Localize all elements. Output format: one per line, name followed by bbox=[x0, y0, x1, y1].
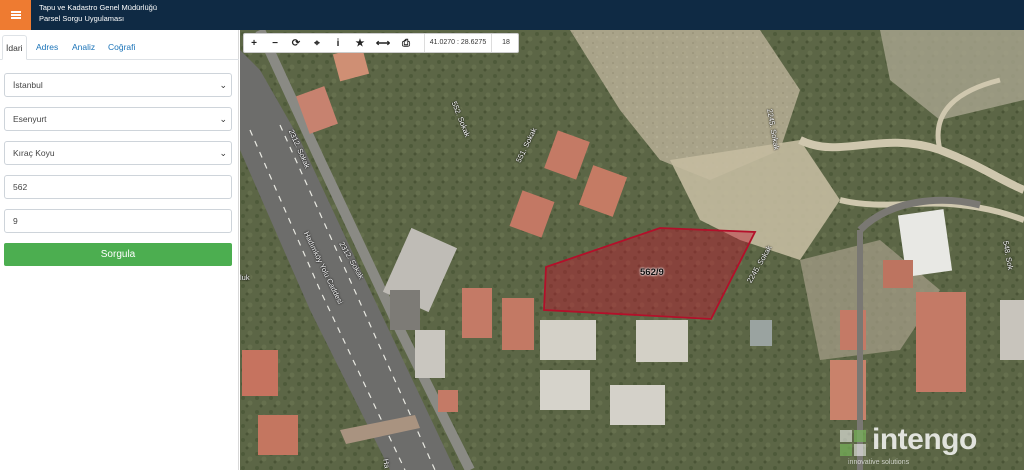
refresh-icon[interactable]: ⟳ bbox=[286, 34, 306, 54]
coordinate-readout: 41.0270 : 28.6275 bbox=[424, 34, 492, 52]
app-subtitle: Parsel Sorgu Uygulaması bbox=[39, 14, 125, 23]
intengo-logo bbox=[840, 430, 866, 456]
zoom-level: 18 bbox=[502, 39, 510, 46]
neighborhood-value: Kıraç Koyu bbox=[13, 148, 55, 158]
menu-button[interactable] bbox=[0, 0, 31, 30]
chevron-down-icon: ⌄ bbox=[219, 114, 227, 124]
street-label: Ha bbox=[381, 458, 392, 470]
zoom-in-icon[interactable]: + bbox=[244, 34, 264, 54]
map-imagery bbox=[240, 30, 1024, 470]
watermark-brand: intengo bbox=[872, 423, 977, 456]
zoom-out-icon[interactable]: − bbox=[265, 34, 285, 54]
map-toolbar: + − ⟳ ⌖ i ★ ⟷ ⎙ 41.0270 : 28.6275 18 bbox=[243, 33, 519, 53]
chevron-down-icon: ⌄ bbox=[219, 80, 227, 90]
district-value: Esenyurt bbox=[13, 114, 47, 124]
tab-analiz[interactable]: Analiz bbox=[69, 35, 98, 60]
parcel-number-input[interactable]: 9 bbox=[4, 209, 232, 233]
district-select[interactable]: Esenyurt ⌄ bbox=[4, 107, 232, 131]
star-icon[interactable]: ★ bbox=[350, 34, 370, 54]
parcel-label: 562/9 bbox=[640, 267, 664, 278]
satellite-map[interactable]: 552. Sokak 2312. Sokak 551. Sokak 2245. … bbox=[240, 30, 1024, 470]
tab-idari[interactable]: İdari bbox=[2, 35, 27, 60]
chevron-down-icon: ⌄ bbox=[219, 148, 227, 158]
info-icon[interactable]: i bbox=[328, 34, 348, 54]
locate-icon[interactable]: ⌖ bbox=[307, 34, 327, 54]
tab-cografi[interactable]: Coğrafi bbox=[105, 35, 138, 60]
hamburger-icon bbox=[10, 11, 21, 19]
query-button[interactable]: Sorgula bbox=[4, 243, 232, 266]
street-label: luk bbox=[240, 273, 250, 282]
parcel-number-value: 9 bbox=[13, 216, 18, 226]
measure-icon[interactable]: ⟷ bbox=[373, 34, 393, 54]
app-title: Tapu ve Kadastro Genel Müdürlüğü bbox=[39, 3, 157, 12]
block-number-input[interactable]: 562 bbox=[4, 175, 232, 199]
block-number-value: 562 bbox=[13, 182, 28, 192]
tab-bar: İdari Adres Analiz Coğrafi bbox=[0, 32, 239, 60]
watermark-tagline: innovative solutions bbox=[848, 459, 910, 466]
print-icon[interactable]: ⎙ bbox=[396, 34, 416, 54]
neighborhood-select[interactable]: Kıraç Koyu ⌄ bbox=[4, 141, 232, 165]
tab-adres[interactable]: Adres bbox=[33, 35, 61, 60]
province-value: İstanbul bbox=[13, 80, 43, 90]
app-header: Tapu ve Kadastro Genel Müdürlüğü Parsel … bbox=[0, 0, 1024, 30]
province-select[interactable]: İstanbul ⌄ bbox=[4, 73, 232, 97]
sidebar: İdari Adres Analiz Coğrafi İstanbul ⌄ Es… bbox=[0, 30, 239, 470]
